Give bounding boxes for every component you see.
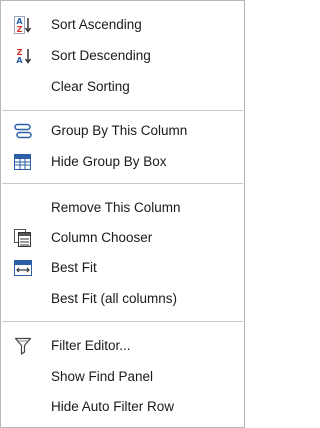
menu-item-label: Sort Descending — [51, 48, 151, 63]
sort-ascending-icon: A Z — [14, 16, 32, 34]
menu-separator — [2, 183, 243, 184]
best-fit-icon — [14, 259, 32, 277]
menu-item-group-by-this-column[interactable]: Group By This Column — [2, 117, 243, 145]
menu-item-filter-editor[interactable]: Filter Editor... — [2, 332, 243, 360]
menu-item-best-fit-all-columns[interactable]: Best Fit (all columns) — [2, 285, 243, 313]
menu-item-label: Hide Auto Filter Row — [51, 399, 175, 414]
menu-item-label: Group By This Column — [51, 123, 188, 138]
menu-separator — [2, 110, 243, 111]
menu-item-label: Filter Editor... — [51, 338, 131, 353]
menu-item-sort-ascending[interactable]: A Z Sort Ascending — [2, 11, 243, 39]
menu-item-show-find-panel[interactable]: Show Find Panel — [2, 363, 243, 391]
menu-item-label: Sort Ascending — [51, 17, 142, 32]
menu-item-label: Best Fit (all columns) — [51, 291, 178, 306]
menu-item-remove-this-column[interactable]: Remove This Column — [2, 194, 243, 222]
sort-descending-icon: Z A — [14, 47, 32, 65]
group-by-column-icon — [14, 122, 32, 140]
menu-item-clear-sorting[interactable]: Clear Sorting — [2, 73, 243, 101]
menu-item-column-chooser[interactable]: Column Chooser — [2, 224, 243, 252]
grid-column-context-menu: A Z Sort Ascending Z A Sort Descending C… — [0, 0, 245, 428]
menu-item-hide-auto-filter-row[interactable]: Hide Auto Filter Row — [2, 393, 243, 421]
column-chooser-icon — [14, 229, 32, 247]
group-by-box-icon — [14, 153, 32, 171]
menu-item-hide-group-by-box[interactable]: Hide Group By Box — [2, 148, 243, 176]
menu-separator — [2, 321, 243, 322]
menu-item-sort-descending[interactable]: Z A Sort Descending — [2, 42, 243, 70]
menu-item-label: Remove This Column — [51, 200, 181, 215]
menu-item-best-fit[interactable]: Best Fit — [2, 254, 243, 282]
menu-item-label: Column Chooser — [51, 230, 153, 245]
filter-icon — [14, 337, 32, 355]
menu-item-label: Show Find Panel — [51, 369, 154, 384]
menu-item-label: Best Fit — [51, 260, 97, 275]
svg-text:Z: Z — [17, 25, 23, 34]
svg-text:A: A — [16, 56, 23, 65]
menu-item-label: Hide Group By Box — [51, 154, 167, 169]
menu-item-label: Clear Sorting — [51, 79, 130, 94]
